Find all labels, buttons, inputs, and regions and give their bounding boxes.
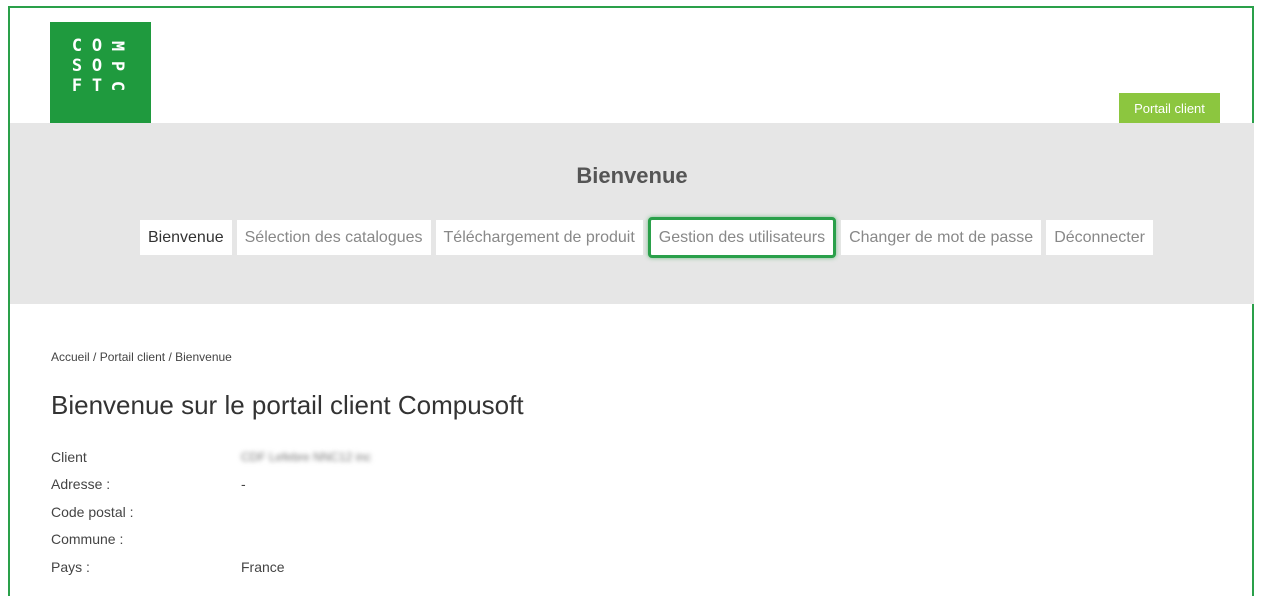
- nav-item-telechargement-produit[interactable]: Téléchargement de produit: [435, 220, 643, 255]
- nav-item-bienvenue[interactable]: Bienvenue: [140, 220, 232, 255]
- info-label: Code postal :: [51, 503, 134, 520]
- logo-letter: M: [107, 36, 127, 56]
- breadcrumb-separator: /: [168, 350, 172, 364]
- logo-letter: S: [71, 56, 83, 76]
- portal-nav: Bienvenue Sélection des catalogues Téléc…: [140, 217, 1153, 258]
- info-row-commune: Commune :: [51, 526, 371, 554]
- breadcrumb-link-accueil[interactable]: Accueil: [51, 350, 90, 364]
- breadcrumb: Accueil / Portail client / Bienvenue: [51, 350, 232, 364]
- band-title: Bienvenue: [576, 163, 688, 188]
- logo-letter: O: [91, 56, 103, 76]
- logo-letter-rotated: M: [107, 40, 127, 52]
- info-row-pays: Pays : France: [51, 553, 371, 581]
- logo-letter: T: [91, 76, 103, 96]
- page-title: Bienvenue sur le portail client Compusof…: [51, 390, 524, 420]
- portail-client-button[interactable]: Portail client: [1119, 93, 1220, 123]
- info-row-code-postal: Code postal :: [51, 498, 371, 526]
- breadcrumb-separator: /: [93, 350, 97, 364]
- info-label: Commune :: [51, 531, 124, 548]
- nav-item-deconnecter[interactable]: Déconnecter: [1046, 220, 1153, 255]
- info-row-client: Client CDF Lefebre NNC12 inc: [51, 443, 371, 471]
- client-info: Client CDF Lefebre NNC12 inc Adresse : -…: [51, 443, 371, 581]
- nav-item-changer-mot-de-passe[interactable]: Changer de mot de passe: [841, 220, 1042, 255]
- info-label: Pays :: [51, 558, 90, 575]
- logo-letter-rotated: C: [107, 80, 127, 92]
- info-value-client-blurred: CDF Lefebre NNC12 inc: [241, 449, 372, 464]
- info-label: Adresse :: [51, 476, 111, 493]
- nav-item-gestion-utilisateurs[interactable]: Gestion des utilisateurs: [647, 217, 837, 258]
- nav-item-selection-catalogues[interactable]: Sélection des catalogues: [236, 220, 431, 255]
- breadcrumb-link-portail-client[interactable]: Portail client: [100, 350, 165, 364]
- logo-letter: C: [107, 76, 127, 96]
- logo-letter: P: [107, 56, 127, 76]
- logo-letter: O: [91, 36, 103, 56]
- logo-letter: C: [71, 36, 83, 56]
- info-value: -: [241, 476, 246, 493]
- logo-letter-rotated: P: [107, 60, 127, 72]
- info-label: Client: [51, 448, 87, 465]
- logo-letter: F: [71, 76, 83, 96]
- compusoft-logo[interactable]: C O M S O P F T C: [50, 22, 151, 123]
- logo-letters: C O M S O P F T C: [67, 36, 127, 96]
- info-row-adresse: Adresse : -: [51, 471, 371, 499]
- breadcrumb-current: Bienvenue: [175, 350, 232, 364]
- welcome-band: Bienvenue Bienvenue Sélection des catalo…: [10, 123, 1254, 304]
- info-value: France: [241, 558, 285, 575]
